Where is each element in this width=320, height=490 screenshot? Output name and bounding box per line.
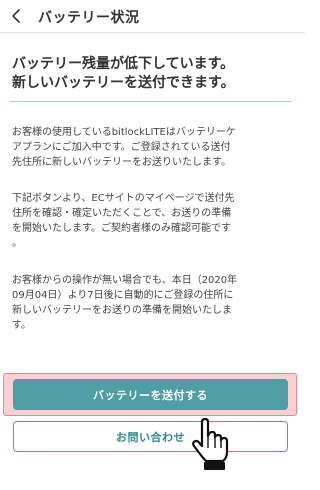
paragraph-line: 下記ボタンより、ECサイトのマイページで送付先 bbox=[12, 193, 235, 204]
hand-pointer-icon bbox=[192, 418, 229, 470]
battery-status-screen: バッテリー状況 バッテリー残量が低下しています。 新しいバッテリーを送付できます… bbox=[0, 0, 305, 490]
send-battery-button[interactable]: バッテリーを送付する bbox=[13, 379, 288, 410]
battery-low-headline: バッテリー残量が低下しています。 新しいバッテリーを送付できます。 bbox=[12, 55, 297, 93]
contact-button[interactable]: お問い合わせ bbox=[13, 421, 288, 452]
care-plan-paragraph: お客様の使用しているbitlockLITEはバッテリーケ アプランにご加入中です… bbox=[12, 125, 296, 170]
app-header: バッテリー状況 bbox=[0, 0, 305, 33]
paragraph-line: 09月04日）より7日後に自動的にご登録の住所に bbox=[12, 290, 234, 301]
paragraph-line: 先住所に新しいバッテリーをお送りいたします。 bbox=[12, 157, 231, 168]
back-chevron-icon[interactable] bbox=[8, 7, 26, 25]
paragraph-line: アプランにご加入中です。ご登録されている送付 bbox=[12, 142, 231, 153]
paragraph-line: す。 bbox=[12, 320, 31, 331]
auto-send-paragraph: お客様からの操作が無い場合でも、本日（2020年 09月04日）より7日後に自動… bbox=[12, 273, 296, 333]
paragraph-line: を開始いたします。ご契約者様のみ確認可能です bbox=[12, 223, 231, 234]
paragraph-line: 住所を確認・確定いただくことで、お送りの準備 bbox=[12, 208, 232, 219]
paragraph-line: お客様からの操作が無い場合でも、本日（2020年 bbox=[12, 275, 238, 286]
headline-line-1: バッテリー残量が低下しています。 bbox=[12, 56, 235, 72]
confirm-address-paragraph: 下記ボタンより、ECサイトのマイページで送付先 住所を確認・確定いただくことで、… bbox=[12, 191, 296, 251]
paragraph-line: 。 bbox=[12, 238, 22, 249]
section-divider bbox=[10, 101, 292, 102]
headline-line-2: 新しいバッテリーを送付できます。 bbox=[12, 75, 235, 91]
paragraph-line: 新しいバッテリーをお送りの準備を開始いたしま bbox=[12, 305, 232, 316]
page-title: バッテリー状況 bbox=[38, 10, 140, 26]
paragraph-line: お客様の使用しているbitlockLITEはバッテリーケ bbox=[12, 127, 236, 138]
